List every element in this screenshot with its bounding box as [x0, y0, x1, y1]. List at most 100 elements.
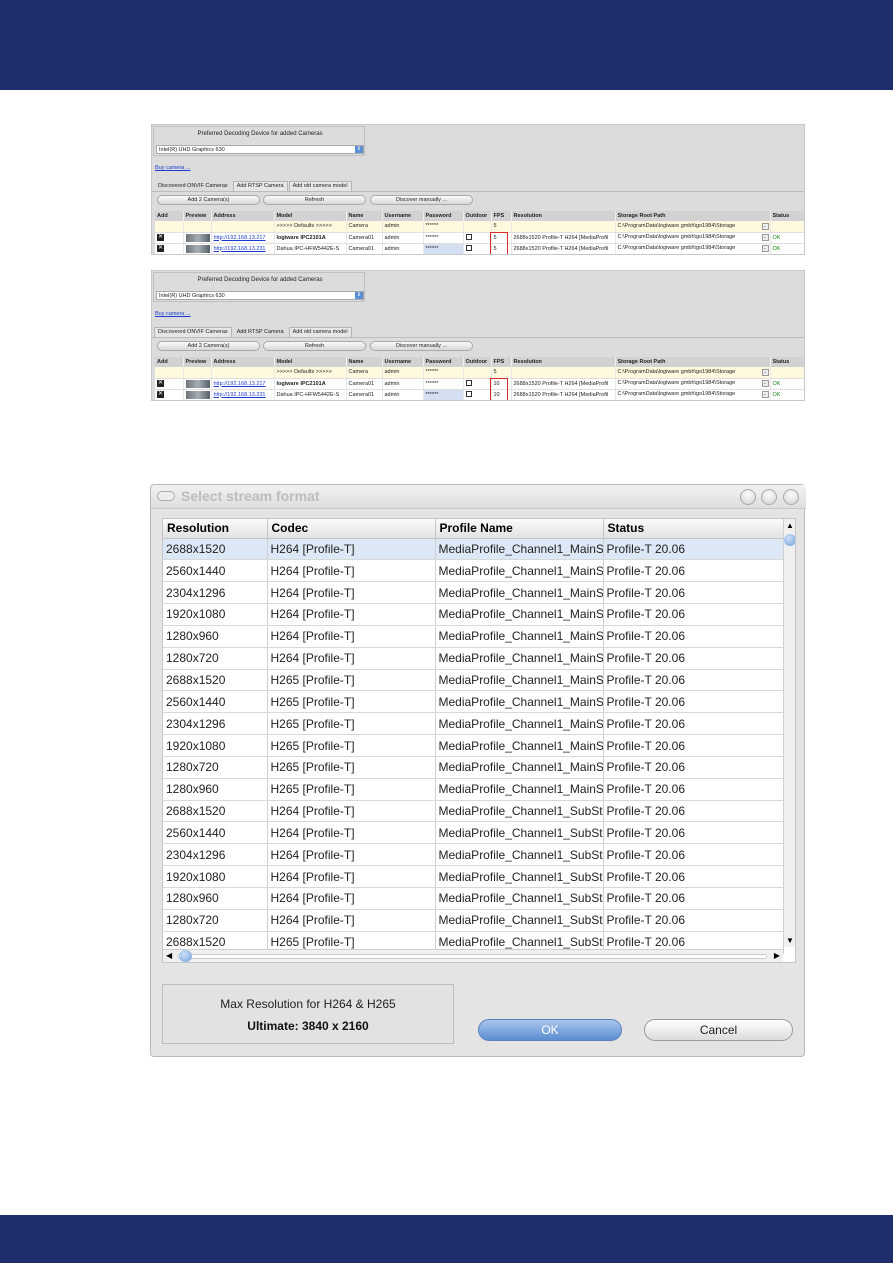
col-model[interactable]: Model — [274, 357, 347, 367]
browse-icon[interactable]: .. — [761, 222, 769, 230]
refresh-button[interactable]: Refresh — [263, 341, 366, 351]
camera-address-link[interactable]: http://192.168.13.231 — [211, 243, 275, 254]
camera-password[interactable]: ****** — [423, 378, 464, 390]
camera-storage[interactable]: C:\ProgramData\logiware gmbh\go1984\Stor… — [615, 378, 771, 390]
col-preview[interactable]: Preview — [183, 357, 212, 367]
col-address[interactable]: Address — [211, 211, 275, 221]
col-codec[interactable]: Codec — [267, 519, 436, 539]
ok-button[interactable]: OK — [478, 1019, 622, 1041]
scroll-thumb[interactable] — [784, 534, 795, 546]
table-row[interactable]: 1280x720 H264 [Profile-T] MediaProfile_Cha… — [163, 909, 784, 932]
table-row[interactable]: 1280x720 H265 [Profile-T] MediaProfile_Cha… — [163, 756, 784, 779]
camera-password[interactable]: ****** — [423, 389, 464, 400]
defaults-name[interactable]: Camera — [346, 367, 383, 379]
table-row[interactable]: 1920x1080 H264 [Profile-T] MediaProfile_Ch… — [163, 865, 784, 888]
browse-icon[interactable]: .. — [761, 391, 769, 398]
decoder-select[interactable]: Intel(R) UHD Graphics 630 ⇕ — [156, 291, 364, 300]
table-row[interactable]: 1280x960 H264 [Profile-T] MediaProfile_Cha… — [163, 887, 784, 910]
col-resolution[interactable]: Resolution — [163, 519, 268, 539]
camera-username[interactable]: admin — [382, 243, 424, 254]
col-storage[interactable]: Storage Root Path — [615, 211, 771, 221]
table-row[interactable]: 1280x960 H264 [Profile-T] MediaProfile_Cha… — [163, 625, 784, 648]
discover-manually-button[interactable]: Discover manually ... — [370, 341, 473, 351]
tab-add-old-model[interactable]: Add old camera model — [288, 327, 352, 337]
cancel-button[interactable]: Cancel — [644, 1019, 793, 1041]
table-row[interactable]: 2688x1520 H265 [Profile-T] MediaProfile_Ch… — [163, 669, 784, 692]
table-row[interactable]: 2560x1440 H264 [Profile-T] MediaProfile_Ch… — [163, 821, 784, 845]
camera-password[interactable]: ****** — [423, 232, 464, 244]
refresh-button[interactable]: Refresh — [263, 195, 366, 205]
table-row[interactable]: 2688x1520 H264 [Profile-T] MediaProfile_Ch… — [163, 538, 784, 561]
defaults-name[interactable]: Camera — [346, 221, 383, 233]
add-checkbox[interactable]: ✕ — [157, 391, 164, 398]
camera-storage[interactable]: C:\ProgramData\logiware gmbh\go1984\Stor… — [615, 389, 771, 400]
browse-icon[interactable]: .. — [761, 234, 769, 241]
decoder-select[interactable]: Intel(R) UHD Graphics 630 ⇕ — [156, 145, 364, 154]
defaults-username[interactable]: admin — [382, 367, 424, 379]
scroll-right-icon[interactable]: ▶ — [774, 951, 780, 960]
col-password[interactable]: Password — [423, 357, 464, 367]
camera-resolution[interactable]: 2688x1520 Profile-T H264 [MediaProfil — [511, 378, 616, 390]
outdoor-checkbox[interactable] — [465, 245, 472, 252]
col-model[interactable]: Model — [274, 211, 347, 221]
col-resolution[interactable]: Resolution — [511, 357, 616, 367]
tab-discovered-onvif[interactable]: Discovered ONVIF Cameras — [154, 181, 232, 191]
tab-add-rtsp[interactable]: Add RTSP Camera — [232, 181, 288, 191]
col-name[interactable]: Name — [346, 211, 383, 221]
col-outdoor[interactable]: Outdoor — [463, 211, 492, 221]
defaults-storage[interactable]: C:\ProgramData\logiware gmbh\go1984\Stor… — [615, 221, 771, 233]
browse-icon[interactable]: .. — [761, 380, 769, 387]
minimize-icon[interactable] — [740, 489, 756, 505]
discover-manually-button[interactable]: Discover manually ... — [370, 195, 473, 205]
horizontal-scrollbar[interactable]: ◀ ▶ — [163, 949, 783, 962]
col-resolution[interactable]: Resolution — [511, 211, 616, 221]
table-row[interactable]: 2304x1296 H264 [Profile-T] MediaProfile_Ch… — [163, 843, 784, 867]
add-checkbox[interactable]: ✕ — [157, 245, 164, 252]
camera-resolution[interactable]: 2688x1520 Profile-T H264 [MediaProfil — [511, 232, 616, 244]
camera-storage[interactable]: C:\ProgramData\logiware gmbh\go1984\Stor… — [615, 232, 771, 244]
camera-resolution[interactable]: 2688x1520 Profile-T H264 [MediaProfil — [511, 243, 616, 254]
add-cameras-button[interactable]: Add 2 Camera(s) — [157, 341, 260, 351]
col-add[interactable]: Add — [155, 211, 184, 221]
close-icon[interactable] — [783, 489, 799, 505]
tab-discovered-onvif[interactable]: Discovered ONVIF Cameras — [154, 327, 232, 337]
tab-add-old-model[interactable]: Add old camera model — [288, 181, 352, 191]
col-username[interactable]: Username — [382, 211, 424, 221]
col-status[interactable]: Status — [770, 211, 804, 221]
vertical-scrollbar[interactable]: ▲ ▼ — [783, 519, 795, 947]
table-row[interactable]: 1280x720 H264 [Profile-T] MediaProfile_Cha… — [163, 647, 784, 670]
browse-icon[interactable]: .. — [761, 368, 769, 376]
chevron-down-icon[interactable]: ⇕ — [355, 292, 363, 299]
col-password[interactable]: Password — [423, 211, 464, 221]
defaults-storage[interactable]: C:\ProgramData\logiware gmbh\go1984\Stor… — [615, 367, 771, 379]
camera-resolution[interactable]: 2688x1520 Profile-T H264 [MediaProfil — [511, 389, 616, 400]
camera-storage[interactable]: C:\ProgramData\logiware gmbh\go1984\Stor… — [615, 243, 771, 254]
col-status[interactable]: Status — [770, 357, 804, 367]
col-storage[interactable]: Storage Root Path — [615, 357, 771, 367]
camera-password[interactable]: ****** — [423, 243, 464, 254]
col-fps[interactable]: FPS — [491, 211, 512, 221]
table-row[interactable]: 1920x1080 H265 [Profile-T] MediaProfile_Ch… — [163, 734, 784, 757]
buy-camera-link[interactable]: Buy camera ... — [155, 165, 190, 171]
camera-name[interactable]: Camera01 — [346, 232, 383, 244]
camera-name[interactable]: Camera01 — [346, 389, 383, 400]
table-row[interactable]: 1280x960 H265 [Profile-T] MediaProfile_Cha… — [163, 778, 784, 801]
defaults-fps[interactable]: 5 — [491, 221, 512, 233]
defaults-fps[interactable]: 5 — [491, 367, 512, 379]
add-checkbox[interactable]: ✕ — [157, 234, 164, 241]
table-row[interactable]: 2304x1296 H264 [Profile-T] MediaProfile_Ch… — [163, 581, 784, 605]
camera-username[interactable]: admin — [382, 389, 424, 400]
table-row[interactable]: 2560x1440 H265 [Profile-T] MediaProfile_Ch… — [163, 690, 784, 714]
col-status[interactable]: Status — [603, 519, 784, 539]
outdoor-checkbox[interactable] — [465, 234, 472, 241]
tab-add-rtsp[interactable]: Add RTSP Camera — [232, 327, 288, 337]
camera-address-link[interactable]: http://192.168.13.217 — [211, 232, 275, 244]
camera-name[interactable]: Camera01 — [346, 378, 383, 390]
scroll-left-icon[interactable]: ◀ — [166, 951, 172, 960]
add-checkbox[interactable]: ✕ — [157, 380, 164, 387]
defaults-password[interactable]: ****** — [423, 367, 464, 379]
col-username[interactable]: Username — [382, 357, 424, 367]
table-row[interactable]: 2688x1520 H264 [Profile-T] MediaProfile_Ch… — [163, 800, 784, 823]
scroll-up-icon[interactable]: ▲ — [786, 521, 794, 530]
scroll-down-icon[interactable]: ▼ — [786, 936, 794, 945]
